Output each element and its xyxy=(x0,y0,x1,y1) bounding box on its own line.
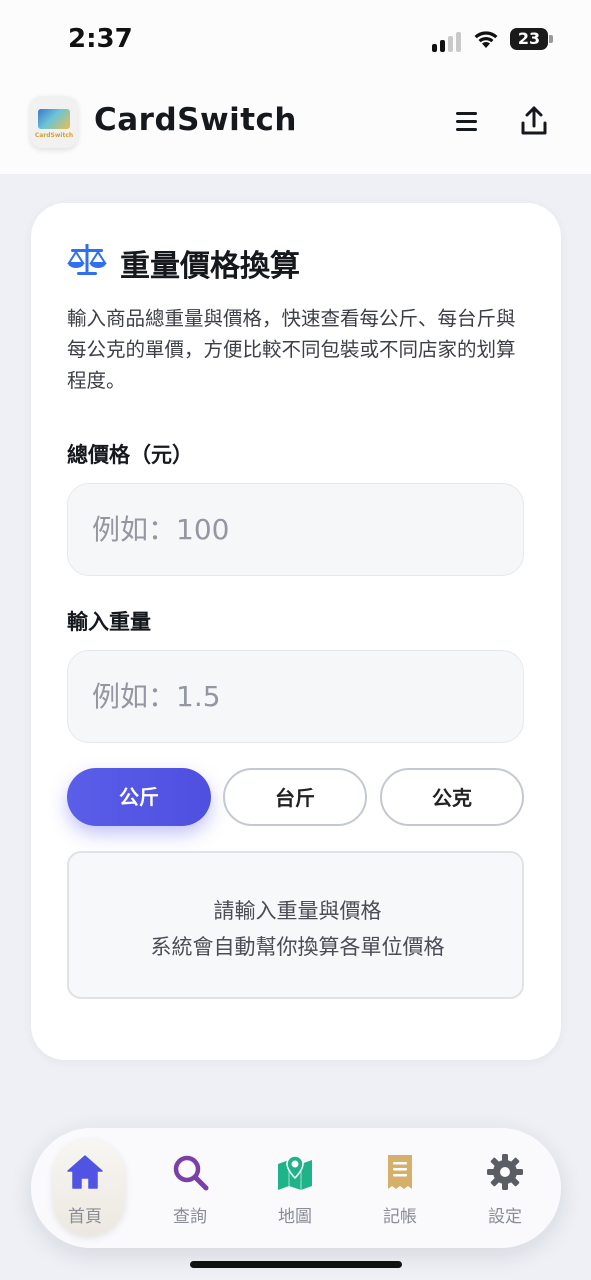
logo-text: CardSwitch xyxy=(34,132,74,139)
battery-tip xyxy=(549,35,553,43)
status-time: 2:37 xyxy=(68,24,133,54)
nav-item-home[interactable]: 首頁 xyxy=(35,1128,135,1248)
nav-item-settings[interactable]: 設定 xyxy=(455,1128,555,1248)
screen: 2:37 23 CardSwitch CardSwitch 重量價格換算 輸入商… xyxy=(0,0,591,1280)
share-icon xyxy=(521,106,547,135)
home-icon xyxy=(67,1155,103,1189)
battery-indicator: 23 xyxy=(510,28,548,50)
price-label: 總價格（元） xyxy=(67,443,193,467)
nav-label-map: 地圖 xyxy=(278,1207,312,1227)
hamburger-menu-icon xyxy=(456,112,477,131)
nav-item-ledger[interactable]: 記帳 xyxy=(350,1128,450,1248)
app-title: CardSwitch xyxy=(94,102,298,138)
nav-label-settings: 設定 xyxy=(488,1207,522,1227)
nav-label-home: 首頁 xyxy=(68,1207,102,1227)
nav-item-map[interactable]: 地圖 xyxy=(245,1128,345,1248)
receipt-icon xyxy=(388,1155,412,1189)
map-icon xyxy=(278,1155,312,1190)
result-hint-line1: 請輸入重量與價格 xyxy=(213,899,382,923)
share-button[interactable] xyxy=(516,104,552,140)
result-hint-line2: 系統會自動幫你換算各單位價格 xyxy=(150,935,445,959)
home-indicator xyxy=(190,1261,402,1268)
weight-label: 輸入重量 xyxy=(67,610,151,634)
app-logo: CardSwitch xyxy=(30,96,78,148)
unit-catty-button[interactable]: 台斤 xyxy=(223,768,367,826)
logo-card-graphic xyxy=(38,109,70,129)
scale-icon xyxy=(67,244,107,275)
status-icons: 23 xyxy=(432,26,554,54)
card-title: 重量價格換算 xyxy=(120,249,300,284)
wifi-icon xyxy=(474,31,498,48)
converter-card: 重量價格換算 輸入商品總重量與價格，快速查看每公斤、每台斤與每公克的單價，方便比… xyxy=(31,203,561,1060)
menu-button[interactable] xyxy=(450,104,486,140)
bottom-nav: 首頁 查詢 地圖 記帳 設定 xyxy=(31,1128,561,1248)
nav-label-ledger: 記帳 xyxy=(383,1207,417,1227)
unit-kg-button[interactable]: 公斤 xyxy=(67,768,211,826)
top-area: 2:37 23 CardSwitch CardSwitch xyxy=(0,0,591,174)
weight-input[interactable] xyxy=(67,650,524,743)
search-icon xyxy=(173,1155,209,1191)
nav-label-search: 查詢 xyxy=(173,1207,207,1227)
card-description: 輸入商品總重量與價格，快速查看每公斤、每台斤與每公克的單價，方便比較不同包裝或不… xyxy=(67,307,516,392)
app-header: CardSwitch CardSwitch xyxy=(0,96,591,152)
result-box: 請輸入重量與價格 系統會自動幫你換算各單位價格 xyxy=(67,851,524,999)
price-input[interactable] xyxy=(67,483,524,576)
unit-gram-button[interactable]: 公克 xyxy=(380,768,524,826)
nav-item-search[interactable]: 查詢 xyxy=(140,1128,240,1248)
gear-icon xyxy=(487,1154,523,1190)
